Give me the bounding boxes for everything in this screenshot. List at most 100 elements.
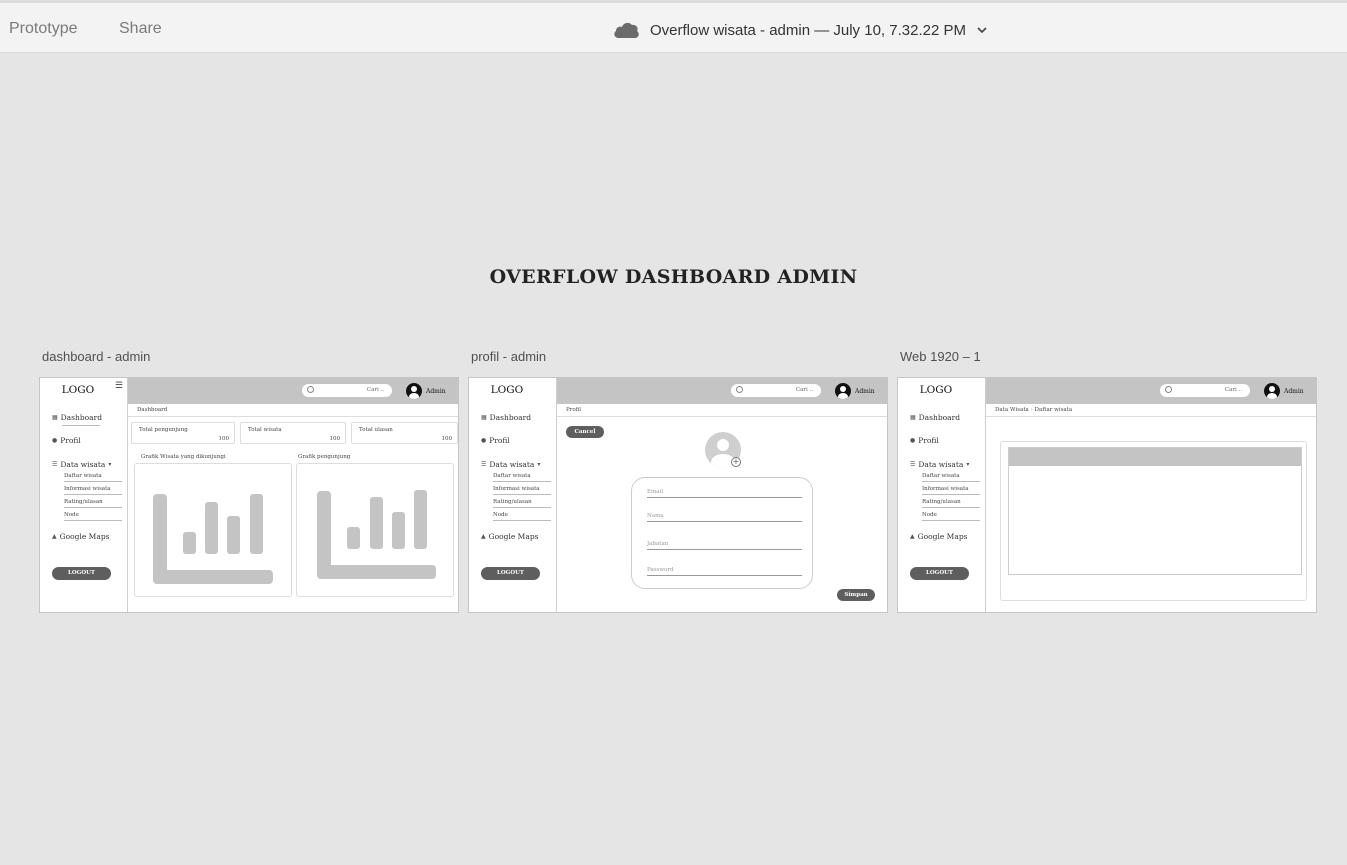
user-icon: ● <box>481 437 487 444</box>
breadcrumb: Profil <box>566 407 582 413</box>
sidebar-item-dashboard: ▦ Dashboard <box>52 413 103 426</box>
table-container <box>1000 441 1307 601</box>
artboard-label-web[interactable]: Web 1920 – 1 <box>900 349 981 364</box>
admin-profile: Admin <box>406 383 446 399</box>
map-icon: ▲ <box>910 533 915 540</box>
search-input: Cari .. <box>302 384 392 397</box>
map-icon: ▲ <box>481 533 486 540</box>
sidebar-item-google-maps: ▲ Google Maps <box>481 532 539 541</box>
document-title: Overflow wisata - admin — July 10, 7.32.… <box>650 21 966 39</box>
submenu-item: Informasi wisata <box>493 486 551 495</box>
password-field: Password <box>647 567 802 576</box>
data-table <box>1008 447 1302 575</box>
artboard-profil[interactable]: LOGO ▦ Dashboard ● Profil ☰ Data wisata ▾ Da… <box>468 377 888 613</box>
grid-icon: ▦ <box>481 414 487 421</box>
bar-chart-icon <box>153 494 273 584</box>
divider <box>128 416 458 417</box>
artboard-dashboard[interactable]: LOGO ☰ ▦ Dashboard ● Profil ☰ Data wisata ▾ … <box>39 377 459 613</box>
search-input: Cari .. <box>731 384 821 397</box>
hamburger-menu-icon: ☰ <box>115 381 124 391</box>
chart-placeholder-wisata <box>134 463 292 597</box>
sidebar-item-google-maps: ▲ Google Maps <box>910 532 968 541</box>
search-input: Cari .. <box>1160 384 1250 397</box>
stat-card-pengunjung: Total pengunjung 100 <box>131 422 235 444</box>
breadcrumb: Dashboard <box>137 407 168 413</box>
top-toolbar: Prototype Share Overflow wisata - admin … <box>0 0 1347 53</box>
chart-placeholder-pengunjung <box>296 463 454 597</box>
avatar <box>1264 383 1280 399</box>
submenu-item: Rating/ulasan <box>64 499 122 508</box>
search-icon <box>307 386 314 393</box>
sidebar-item-dashboard: ▦ Dashboard <box>481 413 532 422</box>
tab-share[interactable]: Share <box>119 20 162 38</box>
divider <box>986 416 1316 417</box>
logo: LOGO <box>919 384 953 396</box>
sidebar-item-data-wisata: ☰ Data wisata ▾ <box>910 460 970 469</box>
admin-profile: Admin <box>1264 383 1304 399</box>
bar-chart-icon <box>317 490 436 579</box>
logout-button: LOGOUT <box>481 567 540 580</box>
submenu-item: Rating/ulasan <box>922 499 980 508</box>
chart-title-wisata: Grafik Wisata yang dikunjungi <box>141 454 226 460</box>
map-icon: ▲ <box>52 533 57 540</box>
user-icon: ● <box>910 437 916 444</box>
sidebar-item-dashboard: ▦ Dashboard <box>910 413 961 422</box>
artboard-label-dashboard[interactable]: dashboard - admin <box>42 349 150 364</box>
avatar <box>835 383 851 399</box>
profile-form: Email Nama Jabatan Password <box>631 477 813 589</box>
submenu-item: Node <box>922 512 980 521</box>
caret-down-icon: ▾ <box>966 461 970 468</box>
grid-icon: ▦ <box>52 414 58 421</box>
document-title-menu[interactable]: Overflow wisata - admin — July 10, 7.32.… <box>613 17 988 43</box>
add-photo-icon: + <box>731 457 741 467</box>
artboard-web-1920[interactable]: LOGO ▦ Dashboard ● Profil ☰ Data wisata ▾ Da… <box>897 377 1317 613</box>
email-field: Email <box>647 489 802 498</box>
save-button: Simpan <box>837 589 875 601</box>
submenu-item: Daftar wisata <box>493 473 551 482</box>
header-bar: Cari .. Admin <box>128 378 458 404</box>
search-icon <box>736 386 743 393</box>
sidebar-item-profil: ● Profil <box>910 436 939 445</box>
breadcrumb: Data Wisata › Daftar wisata <box>995 407 1073 413</box>
submenu-item: Rating/ulasan <box>493 499 551 508</box>
table-header <box>1009 448 1301 466</box>
logo: LOGO <box>490 384 524 396</box>
submenu-item: Daftar wisata <box>64 473 122 482</box>
submenu-item: Informasi wisata <box>922 486 980 495</box>
divider <box>557 416 887 417</box>
cloud-icon <box>613 21 640 39</box>
jabatan-field: Jabatan <box>647 541 802 550</box>
caret-down-icon: ▾ <box>108 461 112 468</box>
database-icon: ☰ <box>910 461 916 468</box>
submenu-item: Informasi wisata <box>64 486 122 495</box>
cancel-button: Cancel <box>566 426 604 438</box>
chevron-down-icon[interactable] <box>976 26 988 34</box>
avatar <box>406 383 422 399</box>
header-bar: Cari .. Admin <box>557 378 887 404</box>
database-icon: ☰ <box>481 461 487 468</box>
logout-button: LOGOUT <box>910 567 969 580</box>
header-bar: Cari .. Admin <box>986 378 1316 404</box>
logo: LOGO <box>61 384 95 396</box>
stat-card-ulasan: Total ulasan 100 <box>351 422 458 444</box>
tab-prototype[interactable]: Prototype <box>9 20 77 38</box>
submenu-item: Node <box>493 512 551 521</box>
user-icon: ● <box>52 437 58 444</box>
submenu-item: Daftar wisata <box>922 473 980 482</box>
search-icon <box>1165 386 1172 393</box>
grid-icon: ▦ <box>910 414 916 421</box>
artboard-label-profil[interactable]: profil - admin <box>471 349 546 364</box>
sidebar: LOGO ▦ Dashboard ● Profil ☰ Data wisata ▾ Da… <box>469 378 557 612</box>
logout-button: LOGOUT <box>52 567 111 580</box>
sidebar-item-data-wisata: ☰ Data wisata ▾ <box>52 460 112 469</box>
sidebar-item-profil: ● Profil <box>481 436 510 445</box>
sidebar: LOGO ☰ ▦ Dashboard ● Profil ☰ Data wisata ▾ … <box>40 378 128 612</box>
nama-field: Nama <box>647 513 802 522</box>
sidebar-item-google-maps: ▲ Google Maps <box>52 532 110 541</box>
submenu-item: Node <box>64 512 122 521</box>
sidebar-item-data-wisata: ☰ Data wisata ▾ <box>481 460 541 469</box>
stat-card-wisata: Total wisata 100 <box>240 422 346 444</box>
chart-title-pengunjung: Grafik pengunjung <box>298 454 351 460</box>
sidebar-item-profil: ● Profil <box>52 436 81 445</box>
admin-profile: Admin <box>835 383 875 399</box>
